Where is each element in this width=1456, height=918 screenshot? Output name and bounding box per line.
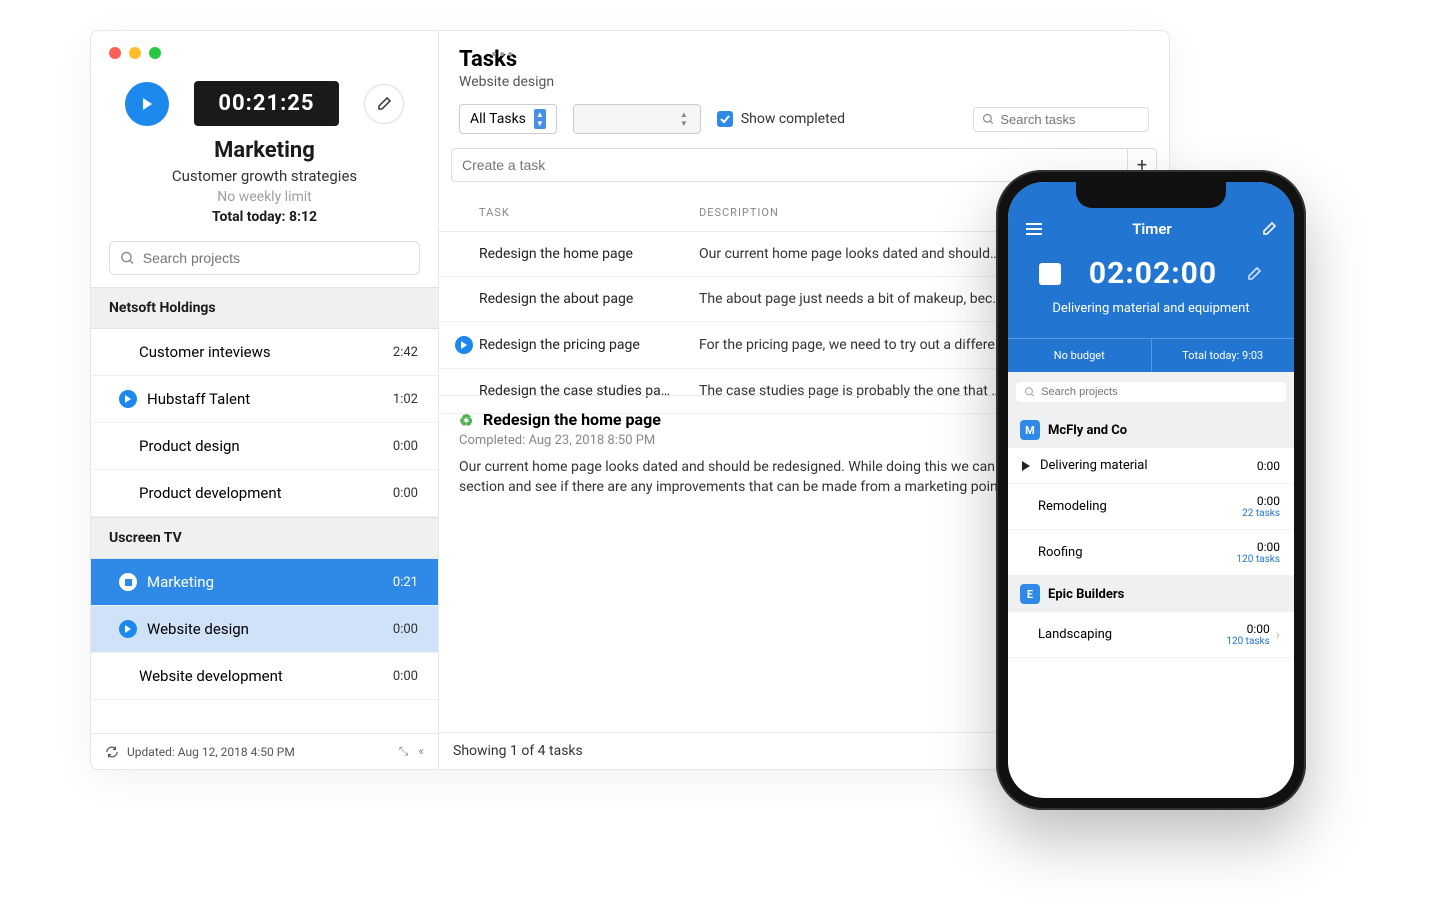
phone-current-task: Delivering material and equipment: [1008, 301, 1294, 316]
project-item[interactable]: Website design 0:00: [91, 606, 438, 653]
group-header: Uscreen TV: [91, 517, 438, 559]
phone-project-item[interactable]: Landscaping0:00120 tasks›: [1008, 612, 1294, 658]
recycle-icon: [459, 411, 475, 427]
search-tasks-input[interactable]: [973, 107, 1149, 132]
stop-button[interactable]: [1039, 263, 1061, 285]
project-item[interactable]: Customer inteviews 2:42: [91, 329, 438, 376]
project-name: Product design: [139, 437, 240, 455]
stop-icon[interactable]: [119, 573, 137, 591]
weekly-limit-label: No weekly limit: [91, 189, 438, 205]
chevrons-left-icon[interactable]: «: [418, 744, 424, 759]
phone-notch: [1076, 182, 1226, 208]
phone-project-item[interactable]: Roofing0:00120 tasks: [1008, 530, 1294, 576]
show-completed-label: Show completed: [741, 111, 845, 127]
project-item[interactable]: Product development 0:00: [91, 470, 438, 517]
status-bar: Updated: Aug 12, 2018 4:50 PM ⤡ «: [91, 733, 438, 769]
sidebar: 00:21:25 Marketing Customer growth strat…: [91, 31, 439, 769]
edit-small-icon[interactable]: [1245, 265, 1263, 283]
project-time: 0:00: [393, 669, 418, 684]
minimize-dot-icon[interactable]: [129, 47, 141, 59]
phone-mockup: Timer 02:02:00 Delivering material and e…: [996, 170, 1306, 810]
project-item[interactable]: Website development 0:00: [91, 653, 438, 700]
play-icon[interactable]: [455, 336, 473, 354]
project-name: Marketing: [147, 573, 214, 591]
project-time: 1:02: [393, 392, 418, 407]
phone-timer-readout: 02:02:00: [1089, 256, 1217, 291]
collapse-icon[interactable]: ⤡: [399, 744, 409, 759]
timer-readout: 00:21:25: [194, 81, 338, 126]
project-name: Customer inteviews: [139, 343, 271, 361]
show-completed-checkbox[interactable]: Show completed: [717, 111, 845, 127]
group-badge-icon: M: [1020, 420, 1040, 440]
project-time: 0:00: [393, 439, 418, 454]
close-dot-icon[interactable]: [109, 47, 121, 59]
updated-label: Updated: Aug 12, 2018 4:50 PM: [127, 745, 295, 759]
current-project-title: Marketing: [91, 138, 438, 163]
project-time: 0:00: [393, 486, 418, 501]
project-item[interactable]: Product design 0:00: [91, 423, 438, 470]
filter-tasks-label: All Tasks: [470, 111, 526, 127]
group-header: Netsoft Holdings: [91, 287, 438, 329]
phone-title: Timer: [1132, 220, 1172, 238]
play-icon[interactable]: [119, 390, 137, 408]
play-icon[interactable]: [119, 620, 137, 638]
filter-secondary-select[interactable]: ▲▼: [573, 104, 701, 134]
project-item[interactable]: Marketing 0:21: [91, 559, 438, 606]
window-controls: [91, 31, 438, 65]
select-caret-icon: ▲▼: [678, 109, 690, 129]
phone-project-item[interactable]: Delivering material0:00: [1008, 448, 1294, 484]
page-title: Tasks: [459, 47, 1149, 72]
phone-search-input[interactable]: [1016, 382, 1286, 402]
column-header-task: TASK: [479, 206, 699, 219]
phone-search-field[interactable]: [1041, 386, 1278, 398]
phone-no-budget: No budget: [1008, 339, 1152, 372]
task-name: Redesign the about page: [479, 291, 699, 307]
play-icon[interactable]: [1022, 461, 1030, 471]
maximize-dot-icon[interactable]: [149, 47, 161, 59]
current-project-subtitle: Customer growth strategies: [91, 167, 438, 185]
project-name: Hubstaff Talent: [147, 390, 250, 408]
search-projects-input[interactable]: [109, 241, 420, 275]
select-caret-icon: ▲▼: [534, 109, 546, 129]
project-time: 0:00: [393, 622, 418, 637]
phone-project-item[interactable]: Remodeling0:0022 tasks: [1008, 484, 1294, 530]
project-name: Website development: [139, 667, 283, 685]
refresh-icon[interactable]: [105, 745, 119, 759]
column-header-description: DESCRIPTION: [699, 206, 779, 219]
phone-total-today: Total today: 9:03: [1152, 339, 1295, 372]
search-projects-field[interactable]: [143, 250, 409, 266]
project-name: Website design: [147, 620, 249, 638]
task-name: Redesign the home page: [479, 246, 699, 262]
phone-group-header: EEpic Builders: [1008, 576, 1294, 612]
edit-button[interactable]: [364, 84, 404, 124]
phone-group-header: MMcFly and Co: [1008, 412, 1294, 448]
project-time: 0:21: [393, 575, 418, 590]
project-time: 2:42: [393, 345, 418, 360]
filter-tasks-select[interactable]: All Tasks ▲▼: [459, 104, 557, 134]
task-name: Redesign the pricing page: [479, 337, 699, 353]
total-today-label: Total today: 8:12: [91, 209, 438, 225]
breadcrumb: Website design: [459, 74, 1149, 90]
edit-icon[interactable]: [1260, 220, 1278, 238]
detail-title: Redesign the home page: [483, 410, 661, 429]
group-badge-icon: E: [1020, 584, 1040, 604]
play-button[interactable]: [125, 82, 169, 126]
project-item[interactable]: Hubstaff Talent 1:02: [91, 376, 438, 423]
more-button[interactable]: •••: [491, 45, 515, 66]
chevron-right-icon: ›: [1276, 627, 1280, 643]
project-name: Product development: [139, 484, 282, 502]
search-tasks-field[interactable]: [1000, 112, 1140, 127]
menu-icon[interactable]: [1024, 221, 1044, 237]
